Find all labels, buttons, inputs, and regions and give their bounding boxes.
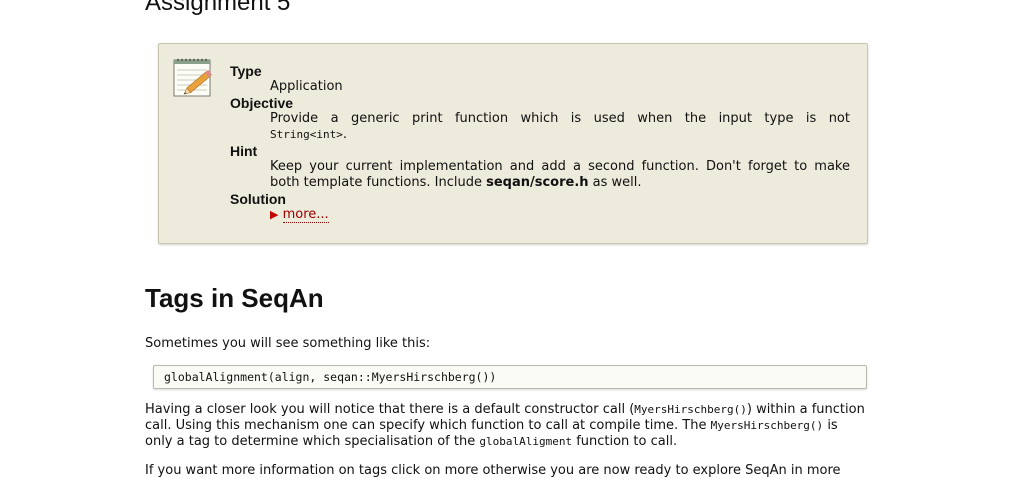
hint-text2: both template functions. Include	[270, 175, 487, 190]
objective-line1: Provide a generic print function which i…	[270, 111, 850, 126]
assignment-box: Type Application Objective Provide a gen…	[158, 43, 868, 244]
hint-line1: Keep your current implementation and add…	[270, 159, 850, 174]
p2-part-d: function to call.	[572, 434, 678, 449]
tags-more-paragraph: If you want more information on tags cli…	[145, 463, 841, 478]
objective-label: Objective	[230, 95, 294, 111]
objective-text: Provide a generic print function which i…	[270, 111, 850, 143]
solution-value: ▶ more...	[270, 207, 850, 223]
objective-end: .	[342, 127, 347, 142]
objective-code: String<int>	[270, 128, 343, 141]
solution-label: Solution	[230, 191, 286, 207]
hint-text3: as well.	[588, 175, 642, 190]
p2-code-3: globalAligment	[479, 435, 573, 448]
hint-text: Keep your current implementation and add…	[270, 159, 850, 191]
p2-code-1: MyersHirschberg()	[634, 403, 747, 416]
p2-code-2: MyersHirschberg()	[710, 419, 824, 432]
tags-heading: Tags in SeqAn	[145, 283, 324, 313]
tags-paragraph: Having a closer look you will notice tha…	[145, 402, 869, 450]
assignment-details: Type Application Objective Provide a gen…	[230, 63, 850, 223]
type-label: Type	[230, 63, 262, 79]
notepad-pencil-icon	[173, 58, 213, 97]
hint-label: Hint	[230, 143, 258, 159]
assignment-title: Assignment 5	[145, 0, 291, 16]
triangle-right-icon: ▶	[270, 208, 279, 221]
tags-intro: Sometimes you will see something like th…	[145, 336, 431, 351]
type-value: Application	[270, 79, 343, 94]
objective-line2: String<int>.	[270, 127, 850, 143]
hint-bold-path: seqan/score.h	[486, 175, 589, 190]
solution-more-label: more...	[282, 207, 329, 223]
code-snippet: globalAlignment(align, seqan::MyersHirsc…	[164, 370, 497, 384]
code-block: globalAlignment(align, seqan::MyersHirsc…	[153, 365, 867, 389]
p2-part-a: Having a closer look you will notice tha…	[145, 402, 635, 417]
hint-line2: both template functions. Include seqan/s…	[270, 175, 850, 191]
solution-more-link[interactable]: ▶ more...	[270, 207, 329, 223]
